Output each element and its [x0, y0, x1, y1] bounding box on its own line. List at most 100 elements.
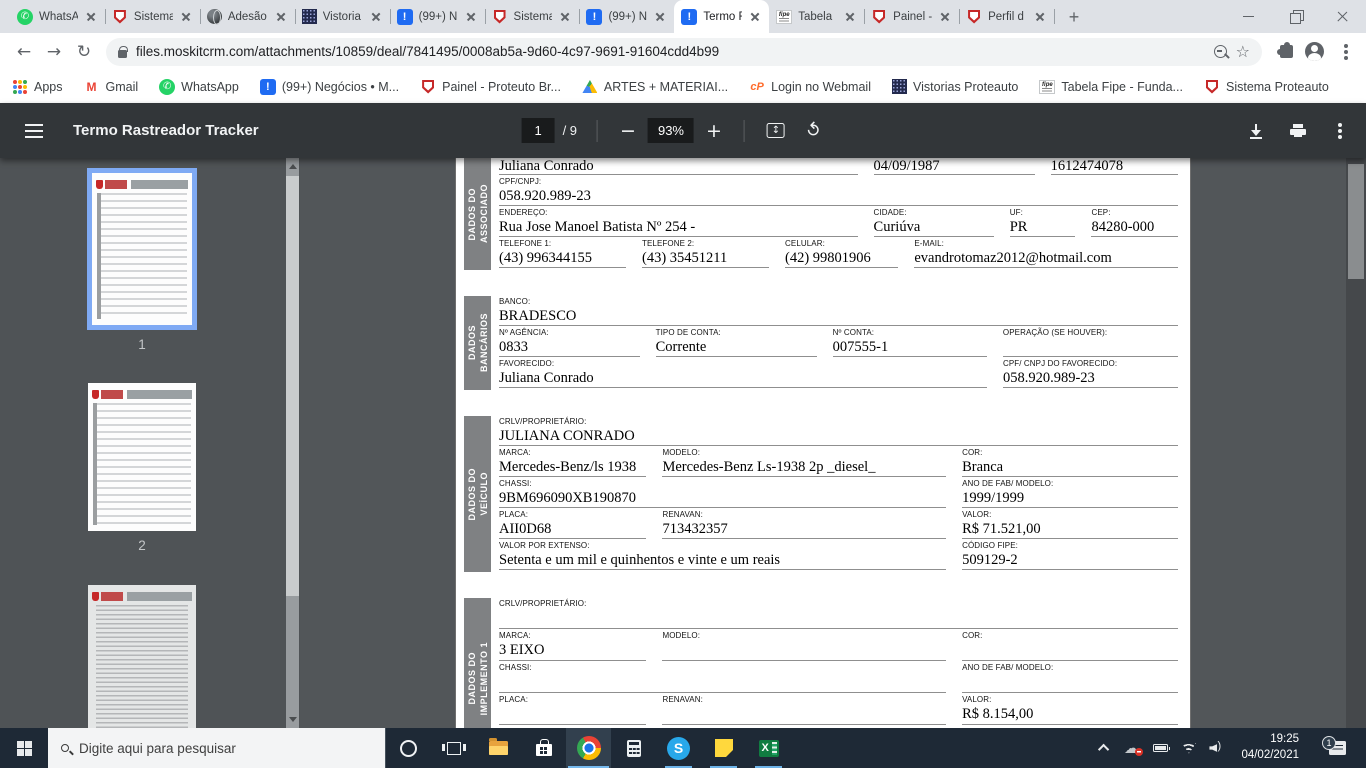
- form-section-veiculo: DADOS DO VEÍCULO CRLV/PROPRIETÁRIO: JULIANA…: [464, 416, 1180, 572]
- tab-close-icon[interactable]: [843, 10, 857, 24]
- form-field: VALOR: R$ 71.521,00: [962, 510, 1180, 539]
- rotate-icon[interactable]: [802, 118, 828, 144]
- download-icon[interactable]: [1248, 123, 1264, 139]
- tab-4[interactable]: Vistoria: [295, 0, 391, 33]
- bookmark-item-10[interactable]: Sistema Proteauto: [1204, 79, 1329, 95]
- new-tab-button[interactable]: +: [1060, 3, 1088, 31]
- page-thumbnail-2[interactable]: 2: [88, 383, 196, 553]
- taskbar-clock[interactable]: 19:25 04/02/2021: [1237, 732, 1303, 763]
- field-value: 0833: [499, 339, 640, 357]
- taskbar-excel-button[interactable]: [746, 728, 791, 768]
- onedrive-icon[interactable]: [1122, 741, 1144, 756]
- url-omnibox[interactable]: files.moskitcrm.com/attachments/10859/de…: [106, 37, 1262, 66]
- tab-close-icon[interactable]: [84, 10, 98, 24]
- page-zoom-icon[interactable]: [1213, 45, 1227, 58]
- pdf-more-icon[interactable]: [1338, 128, 1342, 133]
- tab-close-icon[interactable]: [464, 10, 478, 24]
- bookmark-item-3[interactable]: WhatsApp: [159, 78, 239, 95]
- field-value: 9BM696090XB190870: [499, 490, 947, 508]
- minimize-button[interactable]: [1225, 0, 1272, 33]
- reload-button[interactable]: ↻: [70, 38, 98, 66]
- tab-9[interactable]: Tabela: [769, 0, 866, 33]
- bookmark-item-8[interactable]: Vistorias Proteauto: [891, 79, 1018, 94]
- bookmark-item-6[interactable]: ARTES + MATERIAI...: [582, 79, 728, 95]
- bookmark-item-1[interactable]: Apps: [12, 79, 63, 95]
- document-scrollbar-thumb[interactable]: [1348, 164, 1364, 279]
- tab-close-icon[interactable]: [274, 10, 288, 24]
- zoom-out-button[interactable]: −: [608, 120, 648, 142]
- tab-6[interactable]: Sistema: [485, 0, 581, 33]
- tab-2[interactable]: Sistema: [105, 0, 201, 33]
- zoom-level-input[interactable]: 93%: [647, 118, 694, 143]
- form-row: CRLV/PROPRIETÁRIO: JULIANA CONRADO: [499, 417, 1180, 446]
- volume-icon[interactable]: [1209, 740, 1224, 754]
- tray-expand-icon[interactable]: [1098, 743, 1110, 756]
- zoom-in-button[interactable]: +: [694, 120, 734, 142]
- battery-icon[interactable]: [1153, 744, 1171, 752]
- document-scrollbar[interactable]: [1346, 158, 1366, 728]
- maximize-button[interactable]: [1272, 0, 1319, 33]
- taskbar-sticky-notes-button[interactable]: [701, 728, 746, 768]
- tab-8[interactable]: Termo R: [674, 0, 770, 33]
- start-button[interactable]: [0, 728, 48, 768]
- field-label: CRLV/PROPRIETÁRIO:: [499, 599, 587, 608]
- tab-close-icon[interactable]: [748, 10, 762, 24]
- field-value: 058.920.989-23: [1002, 370, 1178, 388]
- taskbar-task-view-button[interactable]: [431, 728, 476, 768]
- tab-close-icon[interactable]: [938, 10, 952, 24]
- secure-lock-icon[interactable]: [118, 45, 128, 58]
- forward-button[interactable]: →: [40, 38, 68, 66]
- bookmark-item-5[interactable]: Painel - Proteuto Br...: [420, 79, 561, 95]
- form-field: OPERAÇÃO (SE HOUVER):: [1002, 328, 1180, 357]
- taskbar-chrome-button[interactable]: [566, 728, 611, 768]
- bookmark-star-icon[interactable]: ☆: [1236, 43, 1250, 60]
- close-window-button[interactable]: [1319, 0, 1366, 33]
- profile-avatar[interactable]: [1305, 42, 1324, 61]
- tab-close-icon[interactable]: [653, 10, 667, 24]
- extensions-icon[interactable]: [1277, 42, 1293, 58]
- wifi-icon[interactable]: [1181, 742, 1197, 754]
- section-label-bar: DADOS DO VEÍCULO: [464, 416, 491, 572]
- tab-close-icon[interactable]: [369, 10, 383, 24]
- section-label-text: DADOS: [466, 325, 477, 361]
- taskbar-search[interactable]: Digite aqui para pesquisar: [48, 728, 386, 768]
- tab-3[interactable]: Adesão: [200, 0, 296, 33]
- tab-7[interactable]: (99+) N: [579, 0, 676, 33]
- tab-label: WhatsA: [39, 10, 78, 23]
- back-button[interactable]: ←: [10, 38, 38, 66]
- form-field: Nº AGÊNCIA: 0833: [499, 328, 656, 357]
- tab-10[interactable]: Painel -: [864, 0, 960, 33]
- sidebar-scrollbar[interactable]: [286, 158, 299, 728]
- browser-menu-icon[interactable]: [1344, 49, 1348, 54]
- form-field: MODELO: Mercedes-Benz Ls-1938 2p _diesel_: [662, 448, 962, 477]
- sidebar-scrollbar-thumb[interactable]: [286, 176, 299, 596]
- tab-close-icon[interactable]: [179, 10, 193, 24]
- tab-11[interactable]: Perfil d: [959, 0, 1055, 33]
- taskbar-cortana-button[interactable]: [386, 728, 431, 768]
- print-icon[interactable]: [1290, 123, 1306, 139]
- form-field: CEP: 84280-000: [1091, 208, 1180, 237]
- fit-page-icon[interactable]: [766, 123, 785, 138]
- bookmark-item-4[interactable]: (99+) Negócios • M...: [259, 78, 399, 95]
- bookmark-item-9[interactable]: Tabela Fipe - Funda...: [1039, 79, 1183, 94]
- tab-close-icon[interactable]: [558, 10, 572, 24]
- taskbar-calculator-button[interactable]: [611, 728, 656, 768]
- tab-close-icon[interactable]: [1033, 10, 1047, 24]
- tab-5[interactable]: (99+) N: [390, 0, 486, 33]
- menu-icon[interactable]: [25, 123, 43, 138]
- field-label: ANO DE FAB/ MODELO:: [962, 663, 1054, 672]
- bookmark-item-7[interactable]: Login no Webmail: [749, 79, 871, 95]
- field-label: CRLV/PROPRIETÁRIO:: [499, 417, 587, 426]
- bookmark-item-2[interactable]: Gmail: [83, 78, 138, 95]
- tab-1[interactable]: WhatsA: [10, 0, 106, 33]
- clock-date: 04/02/2021: [1241, 749, 1299, 761]
- taskbar-file-explorer-button[interactable]: [476, 728, 521, 768]
- page-number-input[interactable]: 1: [521, 118, 555, 143]
- taskbar-store-button[interactable]: [521, 728, 566, 768]
- action-center-button[interactable]: 1: [1316, 736, 1358, 755]
- page-thumbnail-1[interactable]: 1: [87, 168, 197, 352]
- taskbar-skype-button[interactable]: [656, 728, 701, 768]
- field-label: OPERAÇÃO (SE HOUVER):: [1002, 328, 1108, 337]
- fipe-icon: [776, 9, 793, 24]
- page-thumbnail-3[interactable]: [88, 585, 196, 728]
